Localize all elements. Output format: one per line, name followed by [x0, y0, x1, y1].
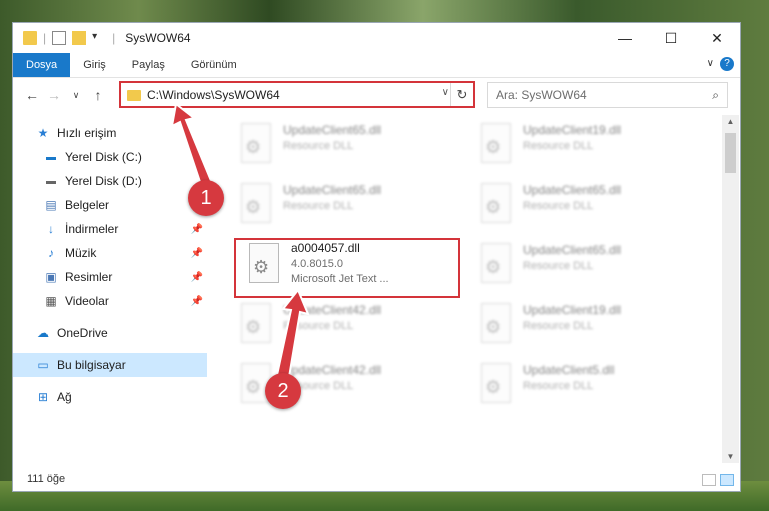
- step-badge-1: 1: [188, 180, 224, 216]
- arrow-to-file: [275, 288, 310, 379]
- annotation-arrows: [170, 102, 310, 379]
- step-badge-2: 2: [265, 373, 301, 409]
